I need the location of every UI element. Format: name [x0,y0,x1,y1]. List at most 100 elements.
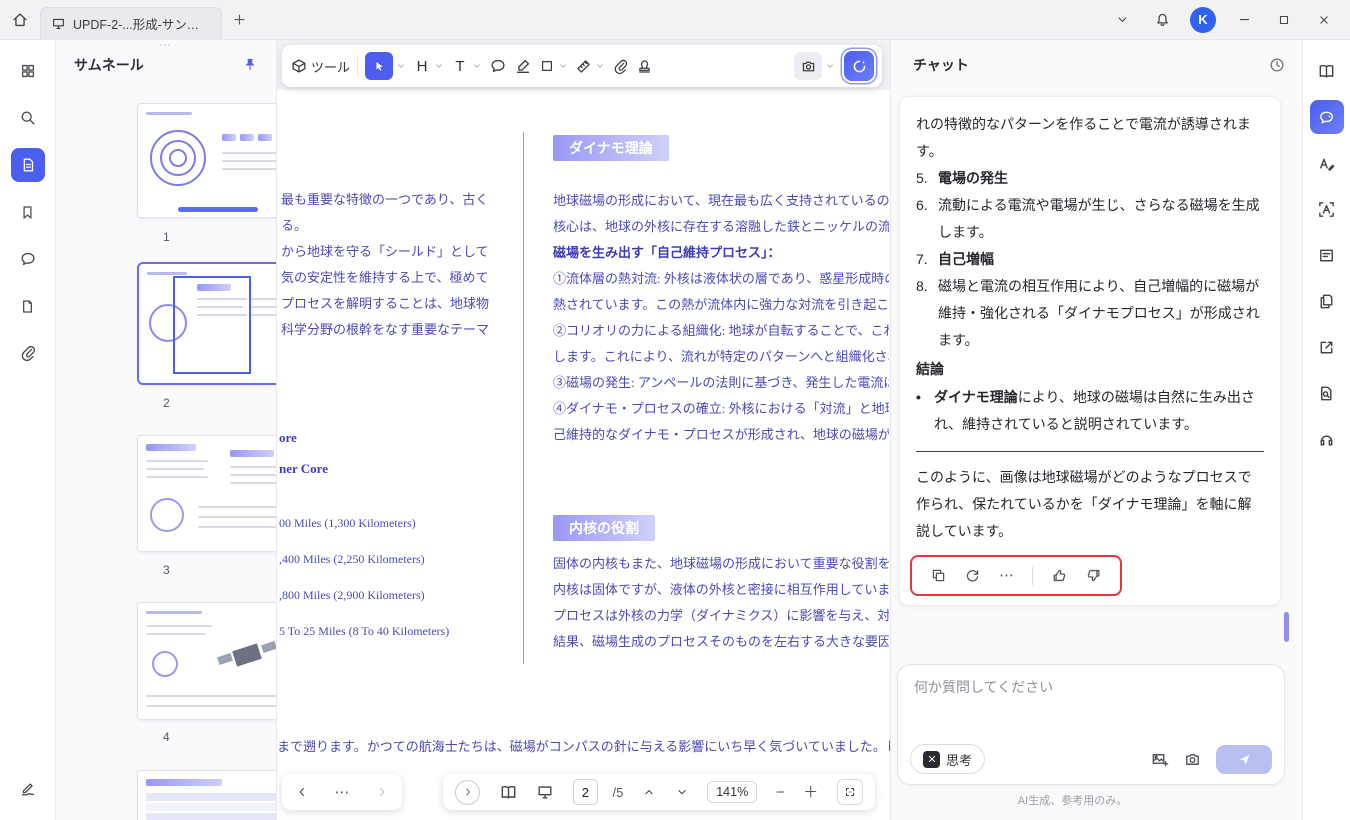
toolbar-separator [357,55,358,77]
message-divider [916,451,1264,452]
thumbnail-page-3[interactable] [137,435,277,552]
thumb-shape [146,611,202,614]
audio-assistant-icon[interactable] [1310,422,1344,456]
comment-tool[interactable] [489,57,507,75]
pdf-text-line: 気の安定性を維持する上で、極めて [281,265,521,291]
thumb-shape [146,793,277,801]
screenshot-tool[interactable] [794,52,835,80]
collapse-toolbar-button[interactable] [1110,8,1134,32]
grid-menu-icon[interactable] [11,54,45,88]
ai-chat-icon[interactable] [1310,100,1344,134]
send-button[interactable] [1216,745,1272,774]
attach-tool[interactable] [612,58,629,75]
screenshot-camera-icon[interactable] [1183,750,1202,769]
chat-scrollbar-thumb[interactable] [1284,612,1289,642]
copy-icon[interactable] [930,567,947,584]
thumbnail-page-4[interactable] [137,602,277,720]
presentation-mode-icon[interactable] [536,783,554,801]
chevron-down-icon[interactable] [434,61,444,71]
page-controls-pill: 2 /5 141% − ＋ [443,774,875,810]
regenerate-icon[interactable] [964,567,981,584]
left-sidebar-rail [0,40,56,820]
more-actions-button[interactable]: ⋯ [999,568,1014,583]
zoom-level[interactable]: 141% [707,781,757,803]
search-document-icon[interactable] [1310,376,1344,410]
thumbnail-page-1[interactable] [137,103,277,218]
pdf-text-line: 地球磁場の形成において、現在最も広く支持されているのが [553,188,889,214]
thumbnail-caption: 3 ⋯ [137,561,277,579]
thumb-shape [146,813,277,820]
document-tab[interactable]: UPDF-2-...形成-サンプル [40,7,222,40]
actions-separator [1032,567,1033,585]
text-letter: T [451,58,469,75]
more-pages-button[interactable]: ⋯ [334,785,349,800]
translate-icon[interactable] [1310,146,1344,180]
thumbnail-panel-title: サムネール [74,55,144,75]
home-button[interactable] [0,0,40,40]
attachments-icon[interactable] [11,336,45,370]
highlighter-tool[interactable] [514,57,532,75]
text-tool[interactable]: T [451,58,482,75]
thumbs-up-icon[interactable] [1051,567,1068,584]
select-tool[interactable] [365,52,406,80]
user-avatar[interactable]: K [1190,7,1216,33]
pdf-measure-line: ,400 Miles (2,250 Kilometers) [279,541,449,577]
chevron-down-icon[interactable] [472,61,482,71]
thumbs-down-icon[interactable] [1085,567,1102,584]
bookmark-icon[interactable] [11,195,45,229]
thumbnail-page-2[interactable] [137,262,277,385]
notifications-bell-icon[interactable] [1150,8,1174,32]
zoom-out-button[interactable]: − [776,785,785,800]
zoom-in-button[interactable]: ＋ [803,785,818,800]
pdf-inner-core-paragraph: 固体の内核もまた、地球磁場の形成において重要な役割を果内核は固体ですが、液体の外… [553,551,889,655]
measure-tool[interactable] [575,58,605,75]
search-icon[interactable] [11,101,45,135]
recognize-text-icon[interactable] [1310,192,1344,226]
page-organize-icon[interactable] [1310,284,1344,318]
previous-page-button[interactable] [642,785,656,799]
signature-pen-icon[interactable] [11,772,45,806]
thumbnail-page-5[interactable] [137,770,277,820]
chevron-down-icon[interactable] [396,61,406,71]
next-page-button[interactable] [675,785,689,799]
thumb-shape [198,506,277,508]
ruler-icon [575,58,592,75]
page-file-icon[interactable] [11,289,45,323]
new-tab-button[interactable] [222,3,256,37]
thinking-icon [923,751,940,768]
fit-page-button[interactable] [837,779,863,805]
current-page-input[interactable]: 2 [573,779,598,805]
chevron-down-icon[interactable] [558,61,568,71]
pin-icon[interactable] [242,57,258,73]
thumbnails-panel-icon[interactable] [11,148,45,182]
form-fill-icon[interactable] [1310,238,1344,272]
minimize-button[interactable] [1232,8,1256,32]
history-nav-pill: ⋯ [282,774,402,810]
thumbnail-page-number: 3 [163,563,170,577]
heading-tool[interactable]: H [413,58,444,75]
tools-menu-button[interactable]: ツール [290,57,350,76]
chat-history-icon[interactable] [1268,56,1286,74]
stamp-tool[interactable] [636,58,653,75]
tab-title: UPDF-2-...形成-サンプル [73,14,211,33]
maximize-button[interactable] [1272,8,1296,32]
export-icon[interactable] [1310,330,1344,364]
forward-button[interactable] [375,785,389,799]
thumb-shape [251,298,277,300]
ai-assistant-toggle[interactable] [844,51,874,81]
chat-input-field[interactable] [898,665,1284,723]
thumb-shape [198,516,277,518]
thinking-mode-button[interactable]: 思考 [910,744,985,774]
add-image-icon[interactable] [1150,750,1169,769]
reading-mode-icon[interactable] [499,783,518,802]
close-button[interactable] [1312,8,1336,32]
back-button[interactable] [295,785,309,799]
pdf-bottom-line: まで遡ります。かつての航海士たちは、磁場がコンパスの針に与える影響にいち早く気づ… [277,736,890,755]
shape-tool[interactable] [539,58,568,74]
chevron-down-icon[interactable] [825,61,835,71]
expand-panel-button[interactable] [455,780,480,805]
comments-icon[interactable] [11,242,45,276]
pdf-dynamo-paragraph: 地球磁場の形成において、現在最も広く支持されているのが核心は、地球の外核に存在す… [553,188,889,448]
chevron-down-icon[interactable] [595,61,605,71]
reader-mode-icon[interactable] [1310,54,1344,88]
